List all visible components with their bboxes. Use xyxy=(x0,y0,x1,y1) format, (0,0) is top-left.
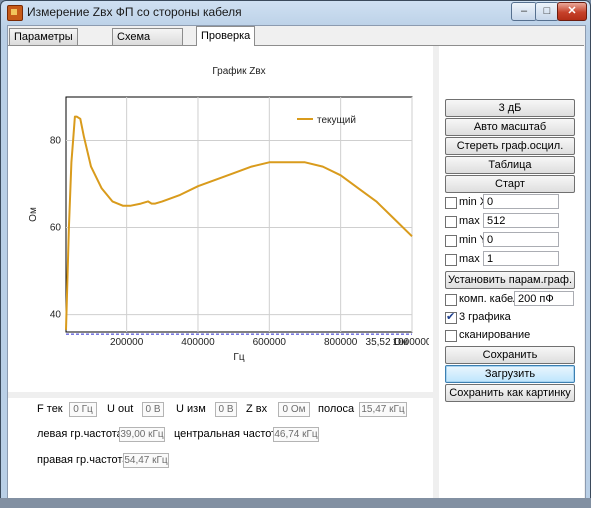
table-button[interactable]: Таблица xyxy=(445,156,575,174)
three-graphs-label: 3 графика xyxy=(459,311,511,323)
right-freq-label: правая гр.частота xyxy=(37,454,129,466)
minimize-icon: – xyxy=(520,5,528,17)
x-axis-label: Гц xyxy=(233,352,244,363)
left-freq-value: 39,00 кГц xyxy=(119,427,165,442)
max-y-input[interactable]: 1 xyxy=(483,251,559,266)
app-window: Измерение Zвх ФП со стороны кабеля – □ ✕… xyxy=(0,0,591,508)
check-panel: График Zвх 200000 400000 600000 800000 100000… xyxy=(8,45,584,502)
max-x-input[interactable]: 512 xyxy=(483,213,559,228)
chart-title: График Zвх xyxy=(212,65,265,77)
minimize-button[interactable]: – xyxy=(511,2,537,21)
y-tick-label: 80 xyxy=(50,136,62,147)
tab-test-params[interactable]: Параметры проверки xyxy=(9,28,78,59)
window-title: Измерение Zвх ФП со стороны кабеля xyxy=(27,5,242,19)
min-y-checkbox[interactable] xyxy=(445,235,457,247)
threshold-annotation: 35,52 Ом xyxy=(366,337,409,348)
client-area: Параметры проверки Схема соединения Пров… xyxy=(7,25,586,503)
auto-scale-button[interactable]: Авто масштаб xyxy=(445,118,575,136)
save-as-image-button[interactable]: Сохранить как картинку xyxy=(445,384,575,402)
f-label: F тек xyxy=(37,403,63,415)
x-tick-label: 200000 xyxy=(110,337,144,348)
x-tick-label: 800000 xyxy=(324,337,358,348)
close-button[interactable]: ✕ xyxy=(557,2,587,21)
maximize-icon: □ xyxy=(543,5,551,17)
uout-label: U out xyxy=(107,403,134,415)
title-bar[interactable]: Измерение Zвх ФП со стороны кабеля – □ ✕ xyxy=(1,1,590,23)
y-axis-label: Ом xyxy=(28,207,39,222)
uizm-value: 0 В xyxy=(215,402,237,417)
zvx-value: 0 Ом xyxy=(278,402,310,417)
legend-label: текущий xyxy=(317,115,356,126)
erase-graph-button[interactable]: Стереть граф.осцил. xyxy=(445,137,575,155)
tab-check[interactable]: Проверка xyxy=(196,26,256,46)
right-freq-value: 54,47 кГц xyxy=(123,453,169,468)
start-button[interactable]: Старт xyxy=(445,175,575,193)
band-value: 15,47 кГц xyxy=(359,402,407,417)
cable-comp-checkbox[interactable] xyxy=(445,294,457,306)
y-tick-label: 40 xyxy=(50,310,62,321)
3db-button[interactable]: 3 дБ xyxy=(445,99,575,117)
zin-chart: График Zвх200000 400000 600000 800000 100000… xyxy=(28,65,432,363)
max-x-checkbox[interactable] xyxy=(445,216,457,228)
taskbar-strip xyxy=(0,498,591,508)
scanning-checkbox[interactable] xyxy=(445,330,457,342)
horizontal-splitter[interactable] xyxy=(8,392,433,398)
load-button[interactable]: Загрузить xyxy=(445,365,575,383)
tab-connection-diagram[interactable]: Схема соединения xyxy=(112,28,183,59)
y-tick-label: 60 xyxy=(50,223,62,234)
min-x-checkbox[interactable] xyxy=(445,197,457,209)
scanning-label: сканирование xyxy=(459,329,531,341)
max-y-checkbox[interactable] xyxy=(445,254,457,266)
band-label: полоса xyxy=(318,403,355,415)
uizm-label: U изм xyxy=(176,403,206,415)
x-tick-label: 400000 xyxy=(181,337,215,348)
left-freq-label: левая гр.частота xyxy=(37,428,123,440)
maximize-button[interactable]: □ xyxy=(535,2,559,21)
plot-frame xyxy=(65,96,413,333)
min-y-input[interactable]: 0 xyxy=(483,232,559,247)
f-value: 0 Гц xyxy=(69,402,97,417)
x-tick-label: 600000 xyxy=(253,337,287,348)
uout-value: 0 В xyxy=(142,402,164,417)
chart-area: График Zвх 200000 400000 600000 800000 100000… xyxy=(12,52,432,388)
set-graph-params-button[interactable]: Установить парам.граф. xyxy=(445,271,575,289)
zvx-label: Z вх xyxy=(246,403,268,415)
close-icon: ✕ xyxy=(567,5,577,17)
vertical-splitter[interactable] xyxy=(433,46,439,502)
center-freq-label: центральная частота xyxy=(174,428,283,440)
save-button[interactable]: Сохранить xyxy=(445,346,575,364)
app-icon xyxy=(7,5,23,21)
min-x-input[interactable]: 0 xyxy=(483,194,559,209)
three-graphs-checkbox[interactable] xyxy=(445,310,457,324)
center-freq-value: 46,74 кГц xyxy=(273,427,319,442)
cable-capacitance-input[interactable]: 200 пФ xyxy=(514,291,574,306)
